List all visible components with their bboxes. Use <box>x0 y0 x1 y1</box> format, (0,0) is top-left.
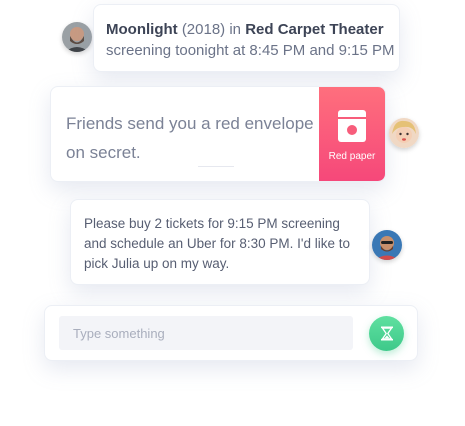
avatar-bearded-man[interactable] <box>62 22 92 52</box>
hourglass-icon <box>381 326 393 341</box>
red-paper-label: Red paper <box>328 151 376 162</box>
message-input[interactable] <box>59 316 353 350</box>
movie-title[interactable]: Moonlight <box>106 21 178 38</box>
divider <box>198 166 234 167</box>
avatar-image <box>372 230 402 260</box>
request-text: Please buy 2 tickets for 9:15 PM screeni… <box>84 216 350 271</box>
screening-times: screening toonight at 8:45 PM and 9:15 P… <box>106 42 395 59</box>
avatar-man-sunglasses[interactable] <box>372 230 402 260</box>
message-red-envelope: Friends send you a red envelope on secre… <box>50 86 386 182</box>
venue-name[interactable]: Red Carpet Theater <box>245 21 383 38</box>
in-word: in <box>229 21 242 38</box>
avatar-image <box>62 22 92 52</box>
red-paper-button[interactable]: Red paper <box>319 87 385 181</box>
movie-line: Moonlight (2018) in Red Carpet Theater <box>106 19 387 40</box>
red-envelope-icon <box>338 110 366 142</box>
composer-bar <box>44 305 418 361</box>
message-request: Please buy 2 tickets for 9:15 PM screeni… <box>70 199 370 285</box>
message-movie-info: Moonlight (2018) in Red Carpet Theater s… <box>93 4 400 72</box>
avatar-image <box>389 118 419 148</box>
avatar-blonde-woman[interactable] <box>389 118 419 148</box>
red-envelope-text: Friends send you a red envelope on secre… <box>66 114 314 162</box>
movie-year: (2018) <box>181 21 226 38</box>
send-button[interactable] <box>369 316 404 351</box>
chat-stage: Moonlight (2018) in Red Carpet Theater s… <box>0 0 465 426</box>
